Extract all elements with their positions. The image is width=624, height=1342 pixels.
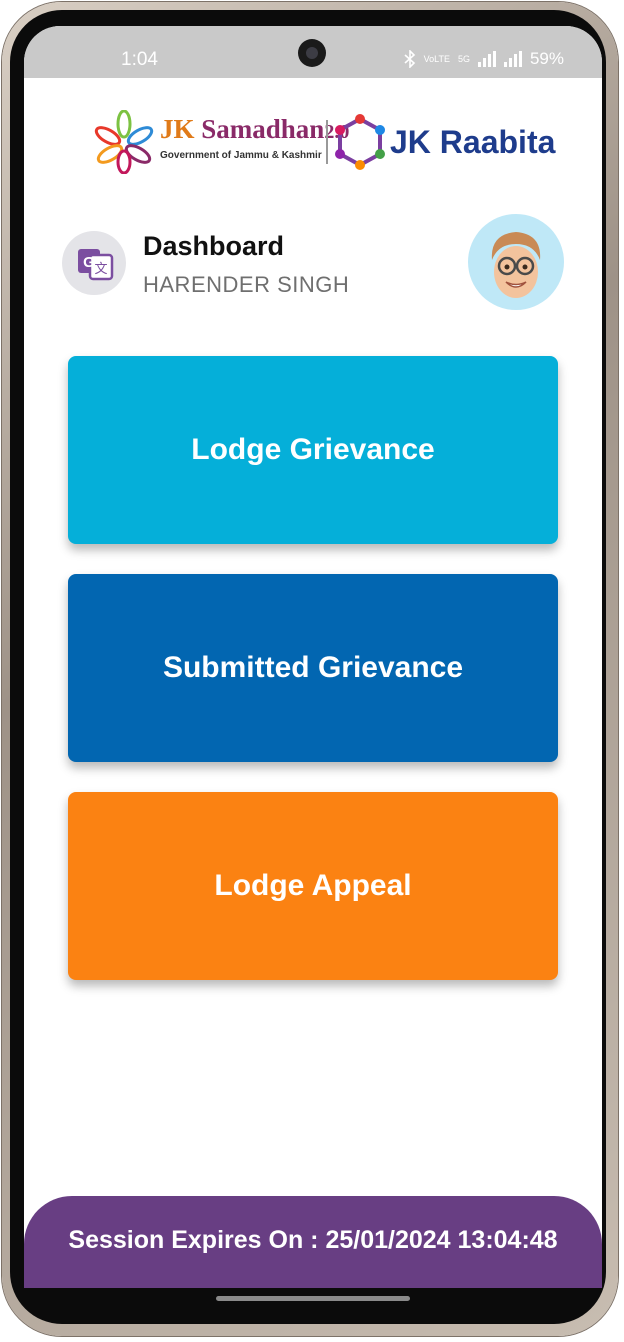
- signal-strength-icon: [477, 51, 496, 67]
- samadhan-subtitle: Government of Jammu & Kashmir: [160, 150, 322, 161]
- front-camera: [298, 39, 326, 67]
- status-time: 1:04: [121, 49, 158, 70]
- svg-text:G: G: [83, 254, 95, 271]
- submitted-grievance-button[interactable]: Submitted Grievance: [68, 574, 558, 762]
- translate-button[interactable]: G 文: [62, 231, 126, 295]
- logo-divider: [326, 120, 328, 164]
- avatar[interactable]: [468, 214, 564, 310]
- battery-percentage: 59%: [529, 49, 564, 68]
- samadhan-name: Samadhan: [194, 114, 325, 144]
- samadhan-jk: JK: [160, 114, 195, 144]
- raabita-hexagon-logo-icon: [335, 114, 385, 170]
- lodge-grievance-button[interactable]: Lodge Grievance: [68, 356, 558, 544]
- volte-indicator: VoLTE: [423, 53, 450, 64]
- svg-text:文: 文: [94, 262, 107, 277]
- raabita-title: JK Raabita: [390, 124, 556, 160]
- gesture-nav-handle[interactable]: [216, 1296, 410, 1301]
- status-bar: 1:04 VoLTE 5G 59%: [24, 26, 602, 78]
- google-translate-icon: G 文: [78, 249, 114, 281]
- lodge-appeal-button[interactable]: Lodge Appeal: [68, 792, 558, 980]
- status-icons: VoLTE 5G 59%: [404, 49, 564, 69]
- samadhan-title: JK Samadhan2.0: [160, 114, 349, 145]
- bluetooth-icon: [404, 50, 415, 68]
- user-name: HARENDER SINGH: [143, 272, 350, 297]
- signal-strength-icon-2: [503, 51, 522, 67]
- session-expiry-text: Session Expires On : 25/01/2024 13:04:48: [68, 1226, 558, 1254]
- memoji-avatar-icon: [491, 232, 541, 298]
- samadhan-flower-logo-icon: [94, 110, 154, 174]
- network-type-label: 5G: [457, 53, 470, 64]
- session-expiry-banner: Session Expires On : 25/01/2024 13:04:48: [24, 1196, 602, 1288]
- app-screen: 1:04 VoLTE 5G 59% JK Samadhan Government…: [24, 26, 602, 1288]
- header-logos: JK Samadhan2.0 Government of Jammu & Kas…: [94, 110, 555, 174]
- page-title: Dashboard: [143, 231, 285, 261]
